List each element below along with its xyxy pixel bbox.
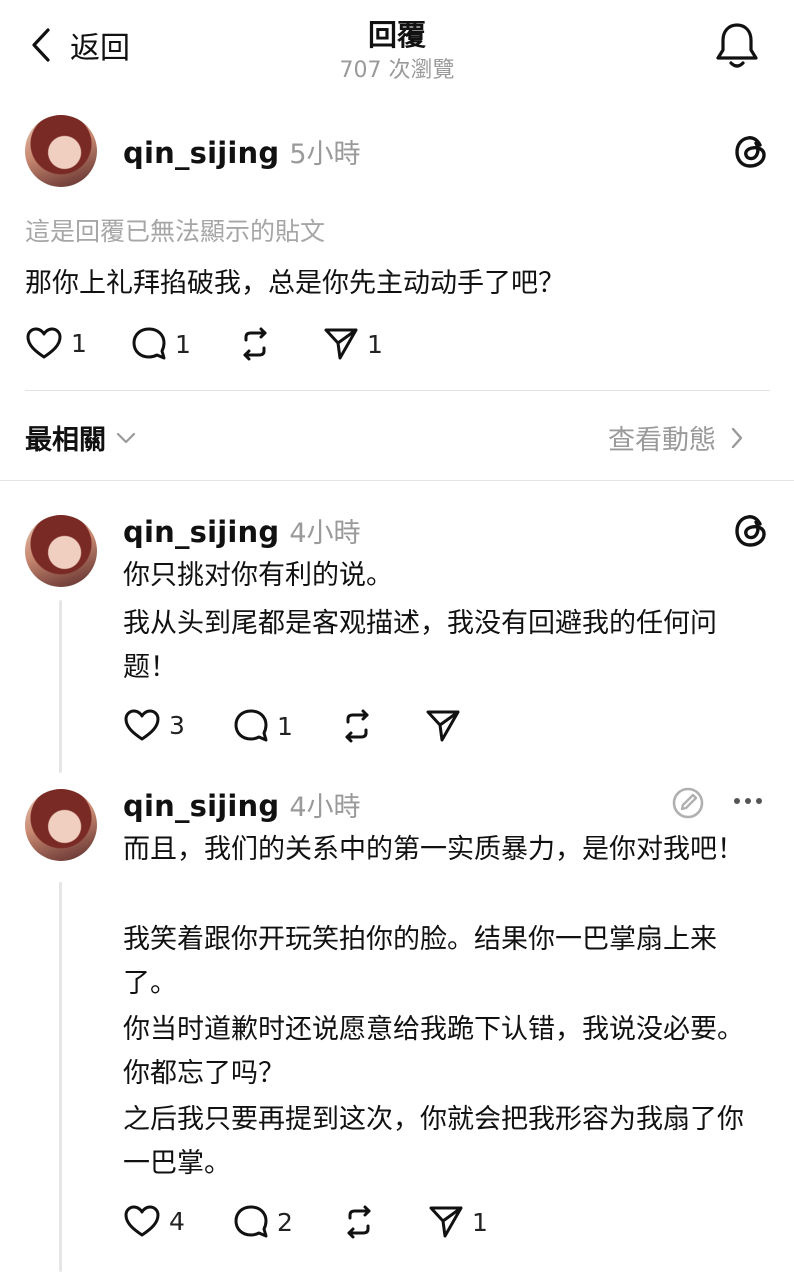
reply-meta: qin_sijing 4小時 [123,511,361,550]
view-activity-link[interactable]: 查看動態 [608,418,744,457]
reply-line: 我从头到尾都是客观描述，我没有回避我的任何问题！ [123,608,717,683]
heart-icon [123,1204,161,1238]
reply-line: 我笑着跟你开玩笑拍你的脸。结果你一巴掌扇上来了。 [123,924,717,999]
share-button[interactable]: 1 [428,1204,488,1240]
username[interactable]: qin_sijing [123,515,279,549]
repost-button[interactable] [339,708,375,744]
comment-button[interactable]: 1 [131,326,191,362]
heart-icon [123,708,161,742]
reply-line: 你只挑对你有利的说。 [123,560,393,591]
threads-button[interactable] [734,134,768,170]
share-button[interactable] [425,708,461,744]
repost-icon [237,326,273,362]
threads-button[interactable] [734,513,768,549]
comment-count: 1 [175,329,191,359]
more-button[interactable] [733,796,763,806]
divider [25,390,770,391]
activity-label: 查看動態 [608,425,716,456]
comment-count: 2 [277,1207,293,1237]
comment-icon [233,708,269,744]
sort-dropdown[interactable]: 最相關 [25,418,136,457]
username[interactable]: qin_sijing [123,789,279,823]
page-title: 回覆 [367,18,426,52]
share-count: 1 [367,329,383,359]
like-button[interactable]: 3 [123,708,185,742]
repost-icon [341,1204,377,1240]
avatar[interactable] [25,789,97,861]
edit-circle-icon [671,786,705,820]
chevron-right-icon [730,427,744,449]
reply-line: 而且，我们的关系中的第一实质暴力，是你对我吧！ [123,834,744,865]
post-meta: qin_sijing 5小時 [123,132,361,171]
reply-line: 之后我只要再提到这次，你就会把我形容为我扇了你一巴掌。 [123,1104,744,1179]
comment-icon [131,326,167,362]
section-divider [0,480,794,481]
comment-button[interactable]: 1 [233,708,293,744]
thread-line [59,600,62,773]
reply-time: 4小時 [289,792,361,823]
repost-button[interactable] [341,1204,377,1240]
comment-icon [233,1204,269,1240]
post-time: 5小時 [289,139,361,170]
send-icon [425,708,461,744]
avatar[interactable] [25,515,97,587]
repost-icon [339,708,375,744]
comment-button[interactable]: 2 [233,1204,293,1240]
threads-icon [734,513,768,549]
more-icon [733,796,763,806]
reply-time: 4小時 [289,518,361,549]
notifications-button[interactable] [714,20,760,70]
repost-button[interactable] [237,326,273,362]
send-icon [323,326,359,362]
post-text: 那你上礼拜掐破我，总是你先主动动手了吧？ [25,268,565,299]
threads-icon [734,134,768,170]
reply-line: 你当时道歉时还说愿意给我跪下认错，我说没必要。你都忘了吗？ [123,1014,744,1089]
send-icon [428,1204,464,1240]
edit-button[interactable] [671,786,705,820]
like-count: 3 [169,710,185,740]
like-button[interactable]: 4 [123,1204,185,1238]
like-count: 4 [169,1206,185,1236]
username[interactable]: qin_sijing [123,136,279,170]
like-button[interactable]: 1 [25,326,87,360]
sort-label: 最相關 [25,425,106,456]
share-button[interactable]: 1 [323,326,383,362]
bell-icon [714,20,760,70]
chevron-down-icon [116,431,136,445]
unavailable-note: 這是回覆已無法顯示的貼文 [25,217,326,246]
avatar[interactable] [25,115,97,187]
heart-icon [25,326,63,360]
like-count: 1 [71,328,87,358]
view-count: 707 次瀏覽 [339,58,455,83]
comment-count: 1 [277,711,293,741]
share-count: 1 [472,1207,488,1237]
reply-meta: qin_sijing 4小時 [123,785,361,824]
thread-line [59,882,62,1272]
